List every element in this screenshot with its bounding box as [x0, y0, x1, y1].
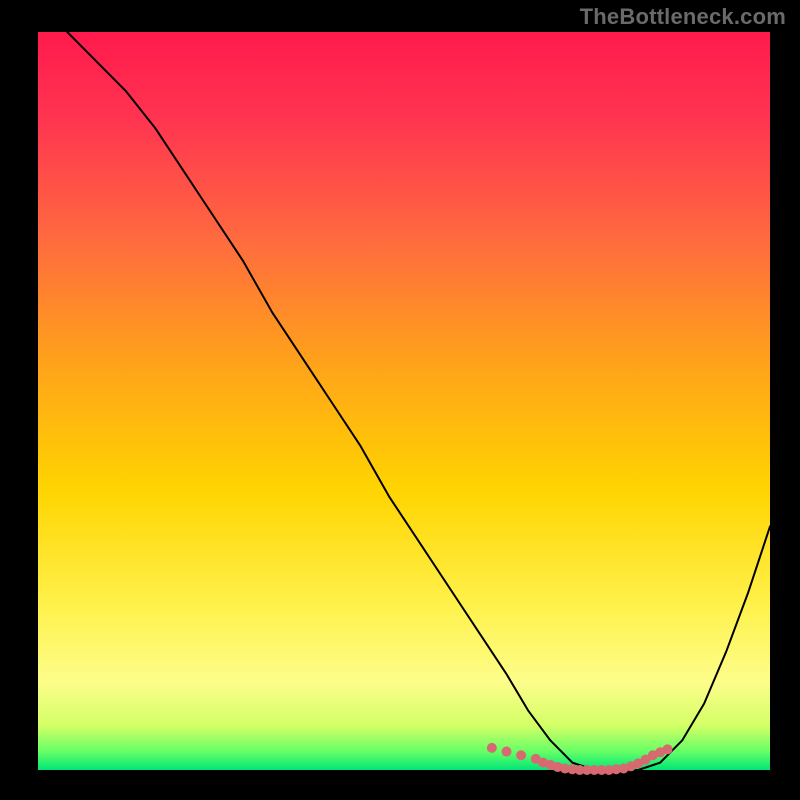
optimal-marker: [501, 747, 511, 757]
optimal-marker: [487, 743, 497, 753]
watermark-text: TheBottleneck.com: [580, 4, 786, 30]
optimal-marker: [663, 744, 673, 754]
optimal-marker: [516, 750, 526, 760]
gradient-background: [38, 32, 770, 770]
chart-canvas: [0, 0, 800, 800]
bottleneck-chart: TheBottleneck.com: [0, 0, 800, 800]
